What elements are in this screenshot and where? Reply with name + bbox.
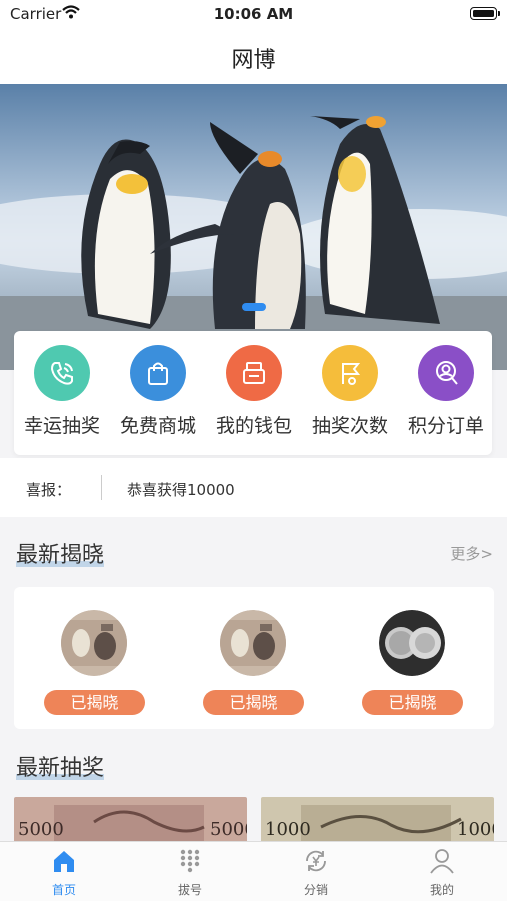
news-ticker[interactable]: 喜报： 恭喜获得10000 bbox=[0, 458, 507, 517]
quick-menu: 幸运抽奖 免费商城 我的钱包 抽奖次数 积分订单 bbox=[14, 331, 492, 455]
revealed-button[interactable]: 已揭晓 bbox=[362, 690, 463, 715]
revealed-button[interactable]: 已揭晓 bbox=[44, 690, 145, 715]
tab-label: 拔号 bbox=[177, 883, 202, 897]
carousel-indicator[interactable] bbox=[242, 303, 266, 311]
lottery-item[interactable]: 5000 5000 bbox=[14, 797, 247, 847]
banknote-image: 1000 1000 bbox=[261, 797, 494, 847]
battery-icon bbox=[470, 7, 500, 20]
tab-home[interactable]: 首页 bbox=[34, 848, 94, 898]
more-link[interactable]: 更多> bbox=[450, 543, 493, 564]
quick-menu-label: 抽奖次数 bbox=[311, 415, 388, 437]
quick-menu-label: 幸运抽奖 bbox=[23, 415, 100, 437]
revealed-button[interactable]: 已揭晓 bbox=[203, 690, 304, 715]
quick-menu-label: 免费商城 bbox=[119, 415, 196, 437]
svg-text:1000: 1000 bbox=[457, 819, 494, 840]
tab-bar: 首页 拔号 分销 我的 bbox=[0, 841, 507, 901]
lottery-item[interactable]: 1000 1000 bbox=[261, 797, 494, 847]
news-divider bbox=[101, 475, 102, 500]
shopping-bag-icon bbox=[130, 345, 186, 401]
status-bar: Carrier 10:06 AM bbox=[0, 0, 507, 30]
user-search-icon bbox=[418, 345, 474, 401]
tab-dial[interactable]: 拔号 bbox=[160, 848, 220, 898]
keypad-icon bbox=[180, 849, 200, 873]
latest-reveal-card: 已揭晓 已揭晓 已揭晓 bbox=[14, 587, 494, 729]
prize-image[interactable] bbox=[220, 610, 286, 676]
flag-icon bbox=[322, 345, 378, 401]
section-title-latest-lottery: 最新抽奖 bbox=[16, 750, 105, 782]
tab-label: 首页 bbox=[51, 883, 76, 897]
tab-mine[interactable]: 我的 bbox=[412, 848, 472, 898]
news-text: 恭喜获得10000 bbox=[127, 481, 235, 499]
clock: 10:06 AM bbox=[213, 5, 294, 23]
quick-menu-points-order[interactable]: 积分订单 bbox=[398, 345, 494, 438]
banner-image bbox=[0, 84, 507, 370]
section-title-text: 最新揭晓 bbox=[16, 543, 105, 568]
svg-text:5000: 5000 bbox=[210, 819, 247, 840]
quick-menu-lucky-draw[interactable]: 幸运抽奖 bbox=[14, 345, 110, 438]
quick-menu-label: 我的钱包 bbox=[215, 415, 292, 437]
yen-refresh-icon bbox=[306, 850, 326, 872]
person-icon bbox=[430, 849, 454, 874]
quick-menu-free-mall[interactable]: 免费商城 bbox=[110, 345, 206, 438]
tab-distribution[interactable]: 分销 bbox=[286, 848, 346, 898]
section-title-latest-reveal: 最新揭晓 bbox=[16, 537, 105, 569]
quick-menu-wallet[interactable]: 我的钱包 bbox=[206, 345, 302, 438]
tab-label: 我的 bbox=[429, 883, 454, 897]
svg-text:1000: 1000 bbox=[265, 819, 311, 840]
banknote-image: 5000 5000 bbox=[14, 797, 247, 847]
wallet-icon bbox=[226, 345, 282, 401]
navigation-bar: 网博 bbox=[0, 30, 507, 84]
prize-image[interactable] bbox=[379, 610, 445, 676]
page-title: 网博 bbox=[231, 48, 276, 73]
section-title-text: 最新抽奖 bbox=[16, 756, 105, 781]
phone-icon bbox=[34, 345, 90, 401]
news-label: 喜报： bbox=[26, 481, 72, 499]
home-icon bbox=[54, 851, 74, 872]
banner-carousel[interactable] bbox=[0, 84, 507, 370]
quick-menu-draw-count[interactable]: 抽奖次数 bbox=[302, 345, 398, 438]
prize-image[interactable] bbox=[61, 610, 127, 676]
svg-text:5000: 5000 bbox=[18, 819, 64, 840]
quick-menu-label: 积分订单 bbox=[407, 415, 484, 437]
tab-label: 分销 bbox=[303, 883, 328, 897]
